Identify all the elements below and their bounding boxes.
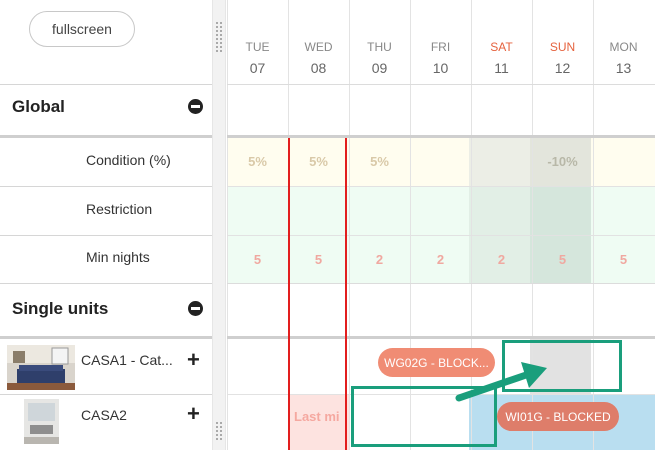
- min-nights-value[interactable]: 2: [471, 252, 532, 267]
- day-number: 07: [249, 60, 266, 76]
- divider: [0, 283, 212, 284]
- booking-label-last-minute[interactable]: Last mi: [294, 409, 340, 424]
- today-marker: [345, 138, 347, 450]
- condition-value[interactable]: 5%: [349, 154, 410, 169]
- day-header: MON 13: [593, 0, 654, 84]
- today-marker: [288, 138, 290, 450]
- collapse-single-units-icon[interactable]: [188, 301, 203, 316]
- min-nights-value[interactable]: 5: [227, 252, 288, 267]
- day-header: SAT 11: [471, 0, 532, 84]
- divider: [0, 235, 212, 236]
- day-header: TUE 07: [227, 0, 288, 84]
- condition-value[interactable]: 5%: [227, 154, 288, 169]
- day-number: 13: [615, 60, 632, 76]
- min-nights-value[interactable]: 2: [349, 252, 410, 267]
- min-nights-value[interactable]: 5: [288, 252, 349, 267]
- day-of-week: SUN: [549, 40, 576, 54]
- min-nights-value[interactable]: 2: [410, 252, 471, 267]
- move-arrow-icon: [455, 362, 547, 402]
- divider: [0, 336, 212, 339]
- fullscreen-button[interactable]: fullscreen: [29, 11, 135, 47]
- day-header: WED 08: [288, 0, 349, 84]
- panel-splitter[interactable]: [212, 0, 226, 450]
- condition-value[interactable]: -10%: [532, 154, 593, 169]
- condition-value[interactable]: 5%: [288, 154, 349, 169]
- day-header: FRI 10: [410, 0, 471, 84]
- section-title-global: Global: [12, 97, 65, 116]
- min-nights-value[interactable]: 5: [532, 252, 593, 267]
- left-panel: fullscreen Global Condition (%) Restrict…: [0, 0, 212, 450]
- day-of-week: FRI: [430, 40, 451, 54]
- add-icon[interactable]: +: [187, 403, 200, 425]
- section-title-single-units: Single units: [12, 299, 109, 318]
- day-number: 12: [554, 60, 571, 76]
- day-of-week: SAT: [490, 40, 513, 54]
- row-label-min-nights: Min nights: [86, 249, 150, 265]
- day-of-week: THU: [367, 40, 392, 54]
- add-icon[interactable]: +: [187, 349, 200, 371]
- day-number: 11: [494, 60, 509, 76]
- min-nights-value[interactable]: 5: [593, 252, 654, 267]
- day-number: 09: [371, 60, 388, 76]
- divider: [0, 84, 212, 85]
- unit-name-casa1[interactable]: CASA1 - Cat...: [81, 352, 173, 368]
- day-header: THU 09: [349, 0, 410, 84]
- unit-thumbnail: [7, 345, 75, 390]
- splitter-grip-icon[interactable]: [216, 422, 222, 442]
- day-of-week: MON: [609, 40, 638, 54]
- day-number: 10: [432, 60, 449, 76]
- unit-thumbnail: [24, 399, 59, 444]
- splitter-grip-icon[interactable]: [216, 22, 222, 54]
- day-of-week: TUE: [245, 40, 270, 54]
- divider: [0, 135, 212, 138]
- day-number: 08: [310, 60, 327, 76]
- row-label-restriction: Restriction: [86, 201, 153, 217]
- booking-pill-wi01g[interactable]: WI01G - BLOCKED: [497, 402, 619, 431]
- day-of-week: WED: [304, 40, 333, 54]
- collapse-global-icon[interactable]: [188, 99, 203, 114]
- day-header: SUN 12: [532, 0, 593, 84]
- calendar-grid: TUE 07 5% 5 WED 08 5% 5 THU 09 5% 2 FRI 10 2 SAT 11 2 SUN 1…: [227, 0, 655, 450]
- divider: [0, 394, 212, 395]
- row-label-condition: Condition (%): [86, 152, 171, 168]
- divider: [0, 186, 212, 187]
- unit-name-casa2[interactable]: CASA2: [81, 407, 127, 423]
